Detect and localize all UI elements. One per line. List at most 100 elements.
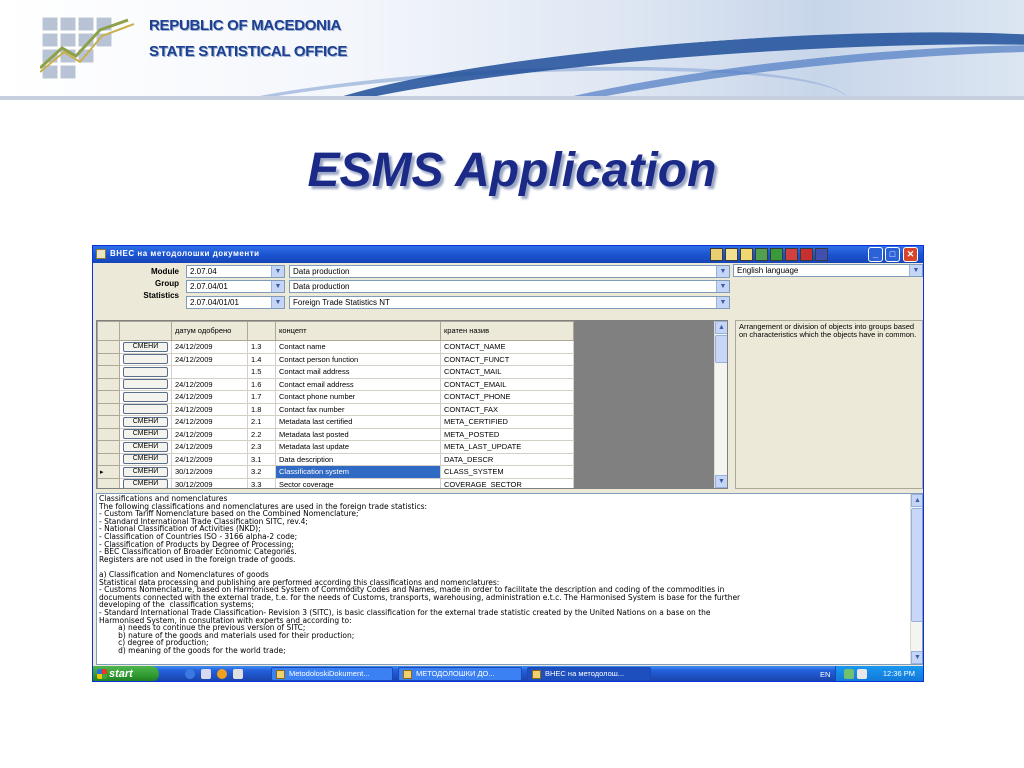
- empty-button[interactable]: [123, 379, 168, 390]
- toolbar-search-icon[interactable]: [725, 248, 738, 261]
- table-row[interactable]: СМЕНИ 24/12/2009 2.3 Metadata last update ME…: [97, 440, 574, 454]
- cell-concept[interactable]: Contact email address: [275, 377, 441, 391]
- row-indicator[interactable]: ▸: [97, 465, 120, 479]
- row-indicator[interactable]: [97, 415, 120, 429]
- outlook-icon[interactable]: [201, 669, 211, 679]
- group-code-select[interactable]: 2.07.04/01 ▼: [186, 280, 285, 293]
- cell-number[interactable]: 3.3: [247, 477, 276, 488]
- table-row[interactable]: 1.5 Contact mail address CONTACT_MAIL: [97, 365, 574, 379]
- cell-short-name[interactable]: CONTACT_FAX: [440, 402, 574, 416]
- empty-button[interactable]: [123, 354, 168, 365]
- statistics-code-select[interactable]: 2.07.04/01/01 ▼: [186, 296, 285, 309]
- cell-concept[interactable]: Data description: [275, 452, 441, 466]
- cell-date[interactable]: 24/12/2009: [171, 402, 248, 416]
- cell-number[interactable]: 2.2: [247, 427, 276, 441]
- empty-button[interactable]: [123, 391, 168, 402]
- taskbar-item-document[interactable]: MetodoloskiDokument...: [271, 667, 393, 681]
- change-button[interactable]: СМЕНИ: [123, 479, 168, 488]
- table-row[interactable]: СМЕНИ 30/12/2009 3.3 Sector coverage COVERAG…: [97, 477, 574, 488]
- row-indicator[interactable]: [97, 452, 120, 466]
- chevron-down-icon[interactable]: ▼: [716, 297, 729, 308]
- toolbar-folder-icon[interactable]: [740, 248, 753, 261]
- cell-concept[interactable]: Metadata last update: [275, 440, 441, 454]
- cell-short-name[interactable]: CLASS_SYSTEM: [440, 465, 574, 479]
- cell-number[interactable]: 1.7: [247, 390, 276, 404]
- cell-date[interactable]: 24/12/2009: [171, 390, 248, 404]
- row-indicator[interactable]: [97, 352, 120, 366]
- grid-scrollbar[interactable]: ▲ ▼: [714, 321, 727, 488]
- toolbar-print-icon[interactable]: [710, 248, 723, 261]
- group-name-select[interactable]: Data production ▼: [289, 280, 730, 293]
- cell-date[interactable]: 24/12/2009: [171, 377, 248, 391]
- cell-short-name[interactable]: CONTACT_FUNCT: [440, 352, 574, 366]
- cell-short-name[interactable]: CONTACT_NAME: [440, 340, 574, 354]
- row-indicator[interactable]: [97, 365, 120, 379]
- chevron-down-icon[interactable]: ▼: [271, 281, 284, 292]
- change-button[interactable]: СМЕНИ: [123, 429, 168, 440]
- chevron-down-icon[interactable]: ▼: [271, 266, 284, 277]
- start-button[interactable]: start: [93, 666, 159, 681]
- desktop-icon[interactable]: [233, 669, 243, 679]
- statistics-name-select[interactable]: Foreign Trade Statistics NT ▼: [289, 296, 730, 309]
- volume-icon[interactable]: [857, 669, 867, 679]
- cell-short-name[interactable]: META_LAST_UPDATE: [440, 440, 574, 454]
- language-select[interactable]: English language ▼: [733, 264, 923, 277]
- table-row[interactable]: ▸ СМЕНИ 30/12/2009 3.2 Classification system…: [97, 465, 574, 479]
- col-header-short-name[interactable]: кратен назив: [440, 321, 574, 341]
- cell-date[interactable]: 24/12/2009: [171, 352, 248, 366]
- scroll-up-icon[interactable]: ▲: [911, 494, 922, 507]
- toolbar-excel-icon[interactable]: [770, 248, 783, 261]
- text-scrollbar[interactable]: ▲ ▼: [910, 494, 922, 664]
- table-row[interactable]: СМЕНИ 24/12/2009 2.2 Metadata last posted ME…: [97, 427, 574, 441]
- col-header-concept[interactable]: концепт: [275, 321, 441, 341]
- minimize-button[interactable]: _: [868, 247, 883, 262]
- scroll-thumb[interactable]: [911, 508, 922, 622]
- close-button[interactable]: ✕: [903, 247, 918, 262]
- cell-number[interactable]: 1.3: [247, 340, 276, 354]
- col-header-date[interactable]: датум одобрено: [171, 321, 248, 341]
- cell-number[interactable]: 1.8: [247, 402, 276, 416]
- cell-short-name[interactable]: CONTACT_MAIL: [440, 365, 574, 379]
- cell-concept[interactable]: Sector coverage: [275, 477, 441, 488]
- scroll-down-icon[interactable]: ▼: [715, 475, 727, 488]
- chevron-down-icon[interactable]: ▼: [909, 265, 922, 276]
- scroll-thumb[interactable]: [715, 335, 727, 363]
- cell-concept[interactable]: Classification system: [275, 465, 441, 479]
- cell-number[interactable]: 2.1: [247, 415, 276, 429]
- cell-date[interactable]: 24/12/2009: [171, 340, 248, 354]
- cell-number[interactable]: 3.2: [247, 465, 276, 479]
- cell-date[interactable]: [171, 365, 248, 379]
- concept-text-area[interactable]: Classifications and nomenclatures The fol…: [96, 493, 923, 665]
- table-row[interactable]: 24/12/2009 1.4 Contact person function CONT…: [97, 352, 574, 366]
- toolbar-delete-icon[interactable]: [800, 248, 813, 261]
- module-code-select[interactable]: 2.07.04 ▼: [186, 265, 285, 278]
- row-indicator[interactable]: [97, 440, 120, 454]
- empty-button[interactable]: [123, 404, 168, 415]
- cell-date[interactable]: 30/12/2009: [171, 465, 248, 479]
- taskbar-item-esms[interactable]: ВНЕС на методолош...: [527, 667, 651, 681]
- row-indicator[interactable]: [97, 340, 120, 354]
- cell-short-name[interactable]: META_CERTIFIED: [440, 415, 574, 429]
- change-button[interactable]: СМЕНИ: [123, 466, 168, 477]
- toolbar-table-icon[interactable]: [755, 248, 768, 261]
- taskbar-item-methodology[interactable]: МЕТОДОЛОШКИ ДО...: [398, 667, 522, 681]
- cell-short-name[interactable]: META_POSTED: [440, 427, 574, 441]
- cell-short-name[interactable]: CONTACT_EMAIL: [440, 377, 574, 391]
- language-indicator[interactable]: EN: [820, 670, 830, 679]
- change-button[interactable]: СМЕНИ: [123, 341, 168, 352]
- row-indicator[interactable]: [97, 477, 120, 488]
- cell-number[interactable]: 1.4: [247, 352, 276, 366]
- scroll-down-icon[interactable]: ▼: [911, 651, 922, 664]
- change-button[interactable]: СМЕНИ: [123, 454, 168, 465]
- chevron-down-icon[interactable]: ▼: [716, 266, 729, 277]
- cell-concept[interactable]: Contact phone number: [275, 390, 441, 404]
- cell-date[interactable]: 24/12/2009: [171, 427, 248, 441]
- chevron-down-icon[interactable]: ▼: [271, 297, 284, 308]
- chevron-down-icon[interactable]: ▼: [716, 281, 729, 292]
- cell-short-name[interactable]: COVERAGE_SECTOR: [440, 477, 574, 488]
- toolbar-image-icon[interactable]: [785, 248, 798, 261]
- col-header-number[interactable]: [247, 321, 276, 341]
- cell-short-name[interactable]: CONTACT_PHONE: [440, 390, 574, 404]
- row-indicator[interactable]: [97, 390, 120, 404]
- change-button[interactable]: СМЕНИ: [123, 416, 168, 427]
